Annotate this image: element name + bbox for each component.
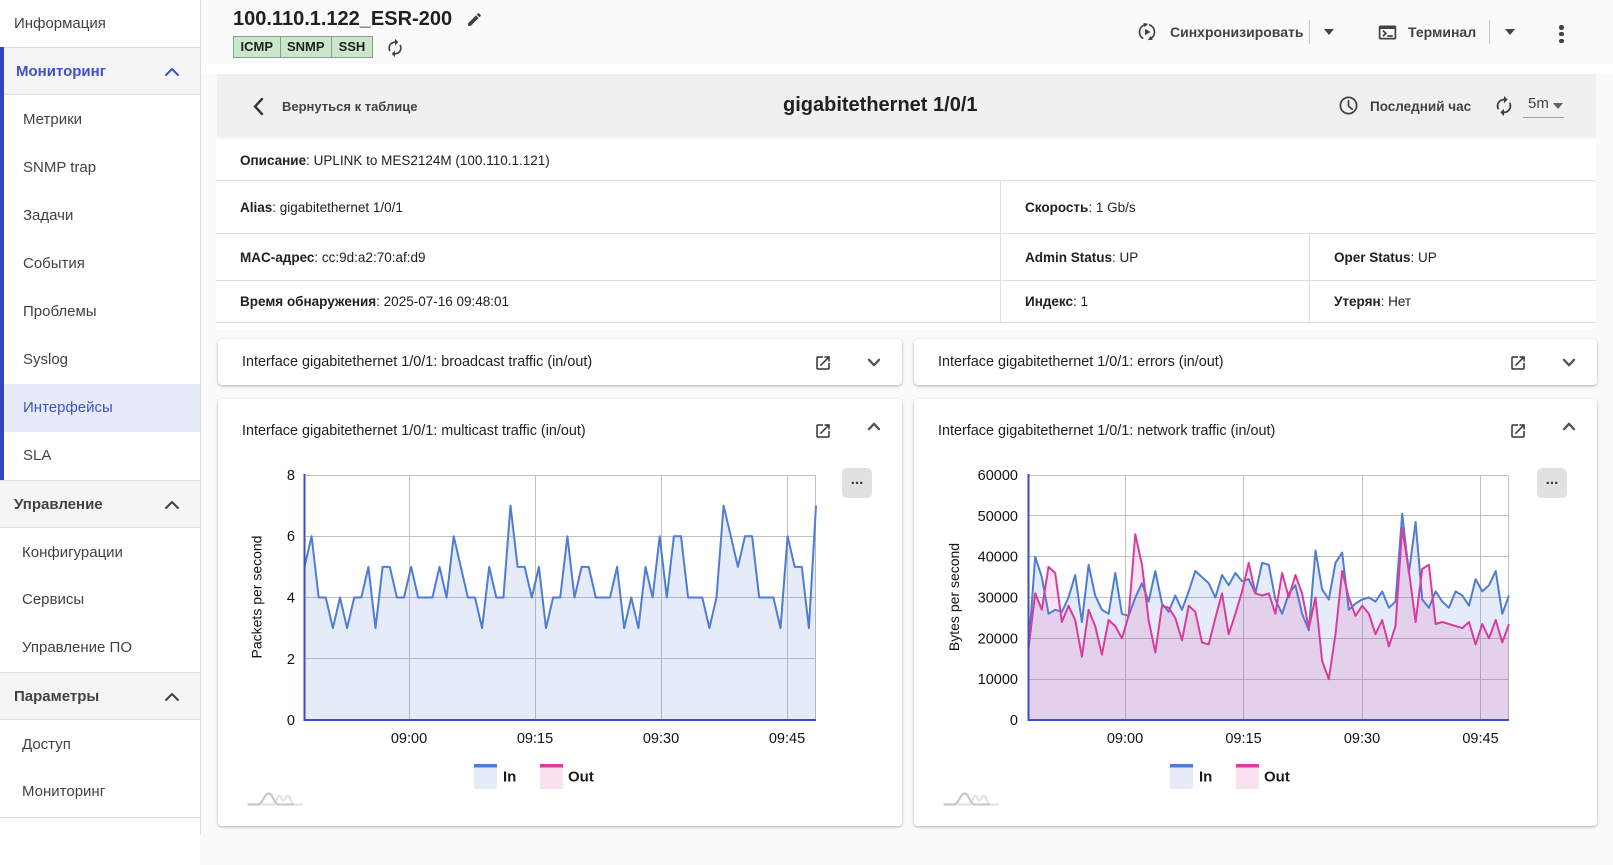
svg-text:Out: Out	[568, 769, 594, 786]
svg-text:Bytes per second: Bytes per second	[946, 543, 962, 651]
svg-text:0: 0	[1010, 713, 1018, 729]
svg-text:10000: 10000	[978, 672, 1018, 688]
svg-text:09:00: 09:00	[391, 731, 427, 747]
svg-text:Out: Out	[1264, 769, 1290, 786]
svg-text:09:15: 09:15	[517, 731, 553, 747]
svg-text:2: 2	[287, 652, 295, 668]
svg-text:40000: 40000	[978, 550, 1018, 566]
svg-text:Packets per second: Packets per second	[249, 536, 265, 659]
svg-text:09:15: 09:15	[1225, 731, 1261, 747]
svg-text:09:45: 09:45	[1462, 731, 1498, 747]
svg-text:09:45: 09:45	[769, 731, 805, 747]
svg-text:4: 4	[287, 591, 295, 607]
svg-text:30000: 30000	[978, 591, 1018, 607]
svg-text:50000: 50000	[978, 509, 1018, 525]
svg-text:In: In	[1199, 769, 1212, 786]
svg-text:09:30: 09:30	[643, 731, 679, 747]
svg-text:6: 6	[287, 529, 295, 545]
svg-text:09:00: 09:00	[1107, 731, 1143, 747]
svg-text:8: 8	[287, 468, 295, 484]
svg-text:In: In	[503, 769, 516, 786]
svg-text:20000: 20000	[978, 631, 1018, 647]
svg-text:0: 0	[287, 713, 295, 729]
svg-text:60000: 60000	[978, 468, 1018, 484]
svg-text:09:30: 09:30	[1344, 731, 1380, 747]
